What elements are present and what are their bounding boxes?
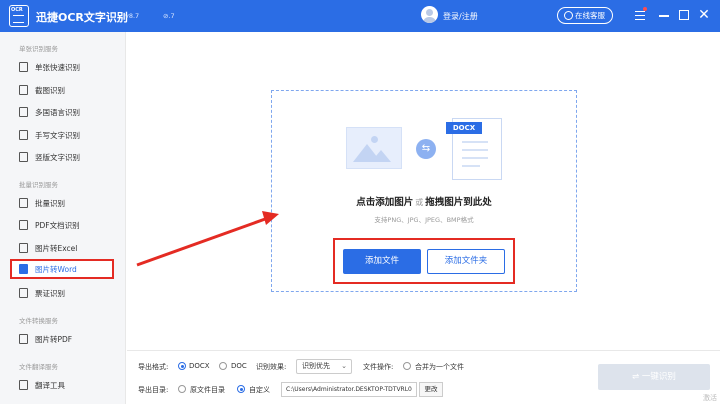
pdf-doc-icon [19, 220, 28, 230]
sidebar-item-excel[interactable]: 图片转Excel [10, 238, 114, 258]
add-file-button[interactable]: 添加文件 [343, 249, 421, 274]
sidebar-item-label: 截图识别 [35, 86, 65, 95]
user-icon [564, 11, 573, 20]
minimize-icon[interactable] [657, 8, 671, 22]
version-label-2: ⊘.7 [163, 12, 175, 20]
merge-checkbox[interactable] [403, 362, 411, 370]
pdf-icon [19, 334, 28, 344]
close-icon[interactable]: ✕ [697, 8, 711, 22]
image-scan-icon [19, 62, 28, 72]
sidebar-item-word[interactable]: 图片转Word [10, 259, 114, 279]
recognize-button[interactable]: ⇌ 一键识别 [598, 364, 710, 390]
format-docx-label: DOCX [189, 362, 210, 370]
dir-label: 导出目录: [138, 386, 169, 394]
ticket-icon [19, 288, 28, 298]
change-dir-button[interactable]: 更改 [419, 382, 443, 397]
sidebar-item-batch[interactable]: 批量识别 [10, 193, 114, 213]
dir-original-radio[interactable] [178, 385, 186, 393]
drop-text-click: 点击添加图片 [356, 197, 414, 208]
watermark-text: 激活 [703, 394, 717, 402]
dir-original-label: 原文件目录 [190, 386, 225, 394]
drop-text-drag: 拖拽图片到此处 [425, 197, 492, 208]
language-icon [19, 107, 28, 117]
pen-icon [19, 130, 28, 140]
recognize-label: 一键识别 [641, 372, 676, 382]
sidebar-item-label: 竖版文字识别 [35, 153, 80, 162]
supported-formats: 支持PNG、JPG、JPEG、BMP格式 [374, 216, 474, 224]
section-convert: 文件转换服务 [19, 317, 58, 325]
version-label: v8.7 [125, 12, 140, 20]
login-link[interactable]: 登录/注册 [443, 11, 478, 22]
add-folder-button[interactable]: 添加文件夹 [427, 249, 505, 274]
section-single: 单张识别服务 [19, 45, 58, 53]
sidebar-item-ticket[interactable]: 票证识别 [10, 283, 114, 303]
sidebar-item-label: 批量识别 [35, 199, 65, 208]
maximize-icon[interactable] [677, 8, 691, 22]
online-service-label: 在线客服 [575, 11, 605, 20]
sidebar-item-label: 图片转PDF [35, 335, 73, 344]
sidebar-item-label: 票证识别 [35, 289, 65, 298]
image-icon [346, 127, 402, 169]
sidebar-item-label: 图片转Excel [35, 244, 78, 253]
sidebar-item-handwriting[interactable]: 手写文字识别 [10, 125, 114, 145]
vertical-text-icon [19, 152, 28, 162]
recognize-icon: ⇌ [632, 372, 642, 382]
sidebar-item-translate[interactable]: 翻译工具 [10, 375, 114, 395]
sidebar-item-label: PDF文档识别 [35, 221, 80, 230]
export-path-input[interactable]: C:\Users\Administrator.DESKTOP-TDTVRL0 [281, 382, 417, 397]
notification-dot [643, 7, 647, 11]
sidebar-item-label: 图片转Word [35, 265, 77, 274]
logo-text: OCR [11, 7, 23, 13]
section-batch: 批量识别服务 [19, 181, 58, 189]
app-title: 迅捷OCR文字识别 [36, 11, 128, 24]
title-bar: OCR 迅捷OCR文字识别 v8.7 ⊘.7 登录/注册 在线客服 ✕ [0, 0, 720, 32]
effect-label: 识别效果: [256, 363, 287, 371]
sidebar-item-pdf-doc[interactable]: PDF文档识别 [10, 215, 114, 235]
dir-custom-radio[interactable] [237, 385, 245, 393]
online-service-button[interactable]: 在线客服 [557, 7, 613, 24]
sidebar-item-label: 单张快速识别 [35, 63, 80, 72]
format-label: 导出格式: [138, 363, 169, 371]
sidebar-item-label: 手写文字识别 [35, 131, 80, 140]
translate-icon [19, 380, 28, 390]
sidebar-item-multilang[interactable]: 多国语言识别 [10, 102, 114, 122]
word-icon [19, 264, 28, 274]
sidebar-item-single-fast[interactable]: 单张快速识别 [10, 57, 114, 77]
convert-arrows-icon: ⇆ [416, 139, 436, 159]
sidebar-item-vertical[interactable]: 竖版文字识别 [10, 147, 114, 167]
effect-select-value: 识别优先 [302, 362, 330, 370]
sidebar-item-pdf[interactable]: 图片转PDF [10, 329, 114, 349]
docx-tag: DOCX [446, 122, 482, 134]
avatar[interactable] [421, 6, 438, 23]
dir-custom-label: 自定义 [249, 386, 270, 394]
sidebar-item-label: 多国语言识别 [35, 108, 80, 117]
chevron-down-icon: ⌄ [341, 362, 347, 370]
effect-select[interactable]: 识别优先 ⌄ [296, 359, 352, 374]
format-docx-radio[interactable] [178, 362, 186, 370]
drop-text-or: 或 [415, 198, 424, 207]
batch-icon [19, 198, 28, 208]
sidebar-item-label: 翻译工具 [35, 381, 65, 390]
merge-label: 合并为一个文件 [415, 363, 464, 371]
app-logo: OCR [9, 5, 29, 27]
crop-icon [19, 85, 28, 95]
format-doc-radio[interactable] [219, 362, 227, 370]
format-doc-label: DOC [231, 362, 247, 370]
section-translate: 文件翻译服务 [19, 363, 58, 371]
excel-icon [19, 243, 28, 253]
drop-instruction: 点击添加图片或拖拽图片到此处 [271, 194, 577, 208]
file-operation-label: 文件操作: [363, 363, 394, 371]
sidebar-item-screenshot[interactable]: 截图识别 [10, 80, 114, 100]
